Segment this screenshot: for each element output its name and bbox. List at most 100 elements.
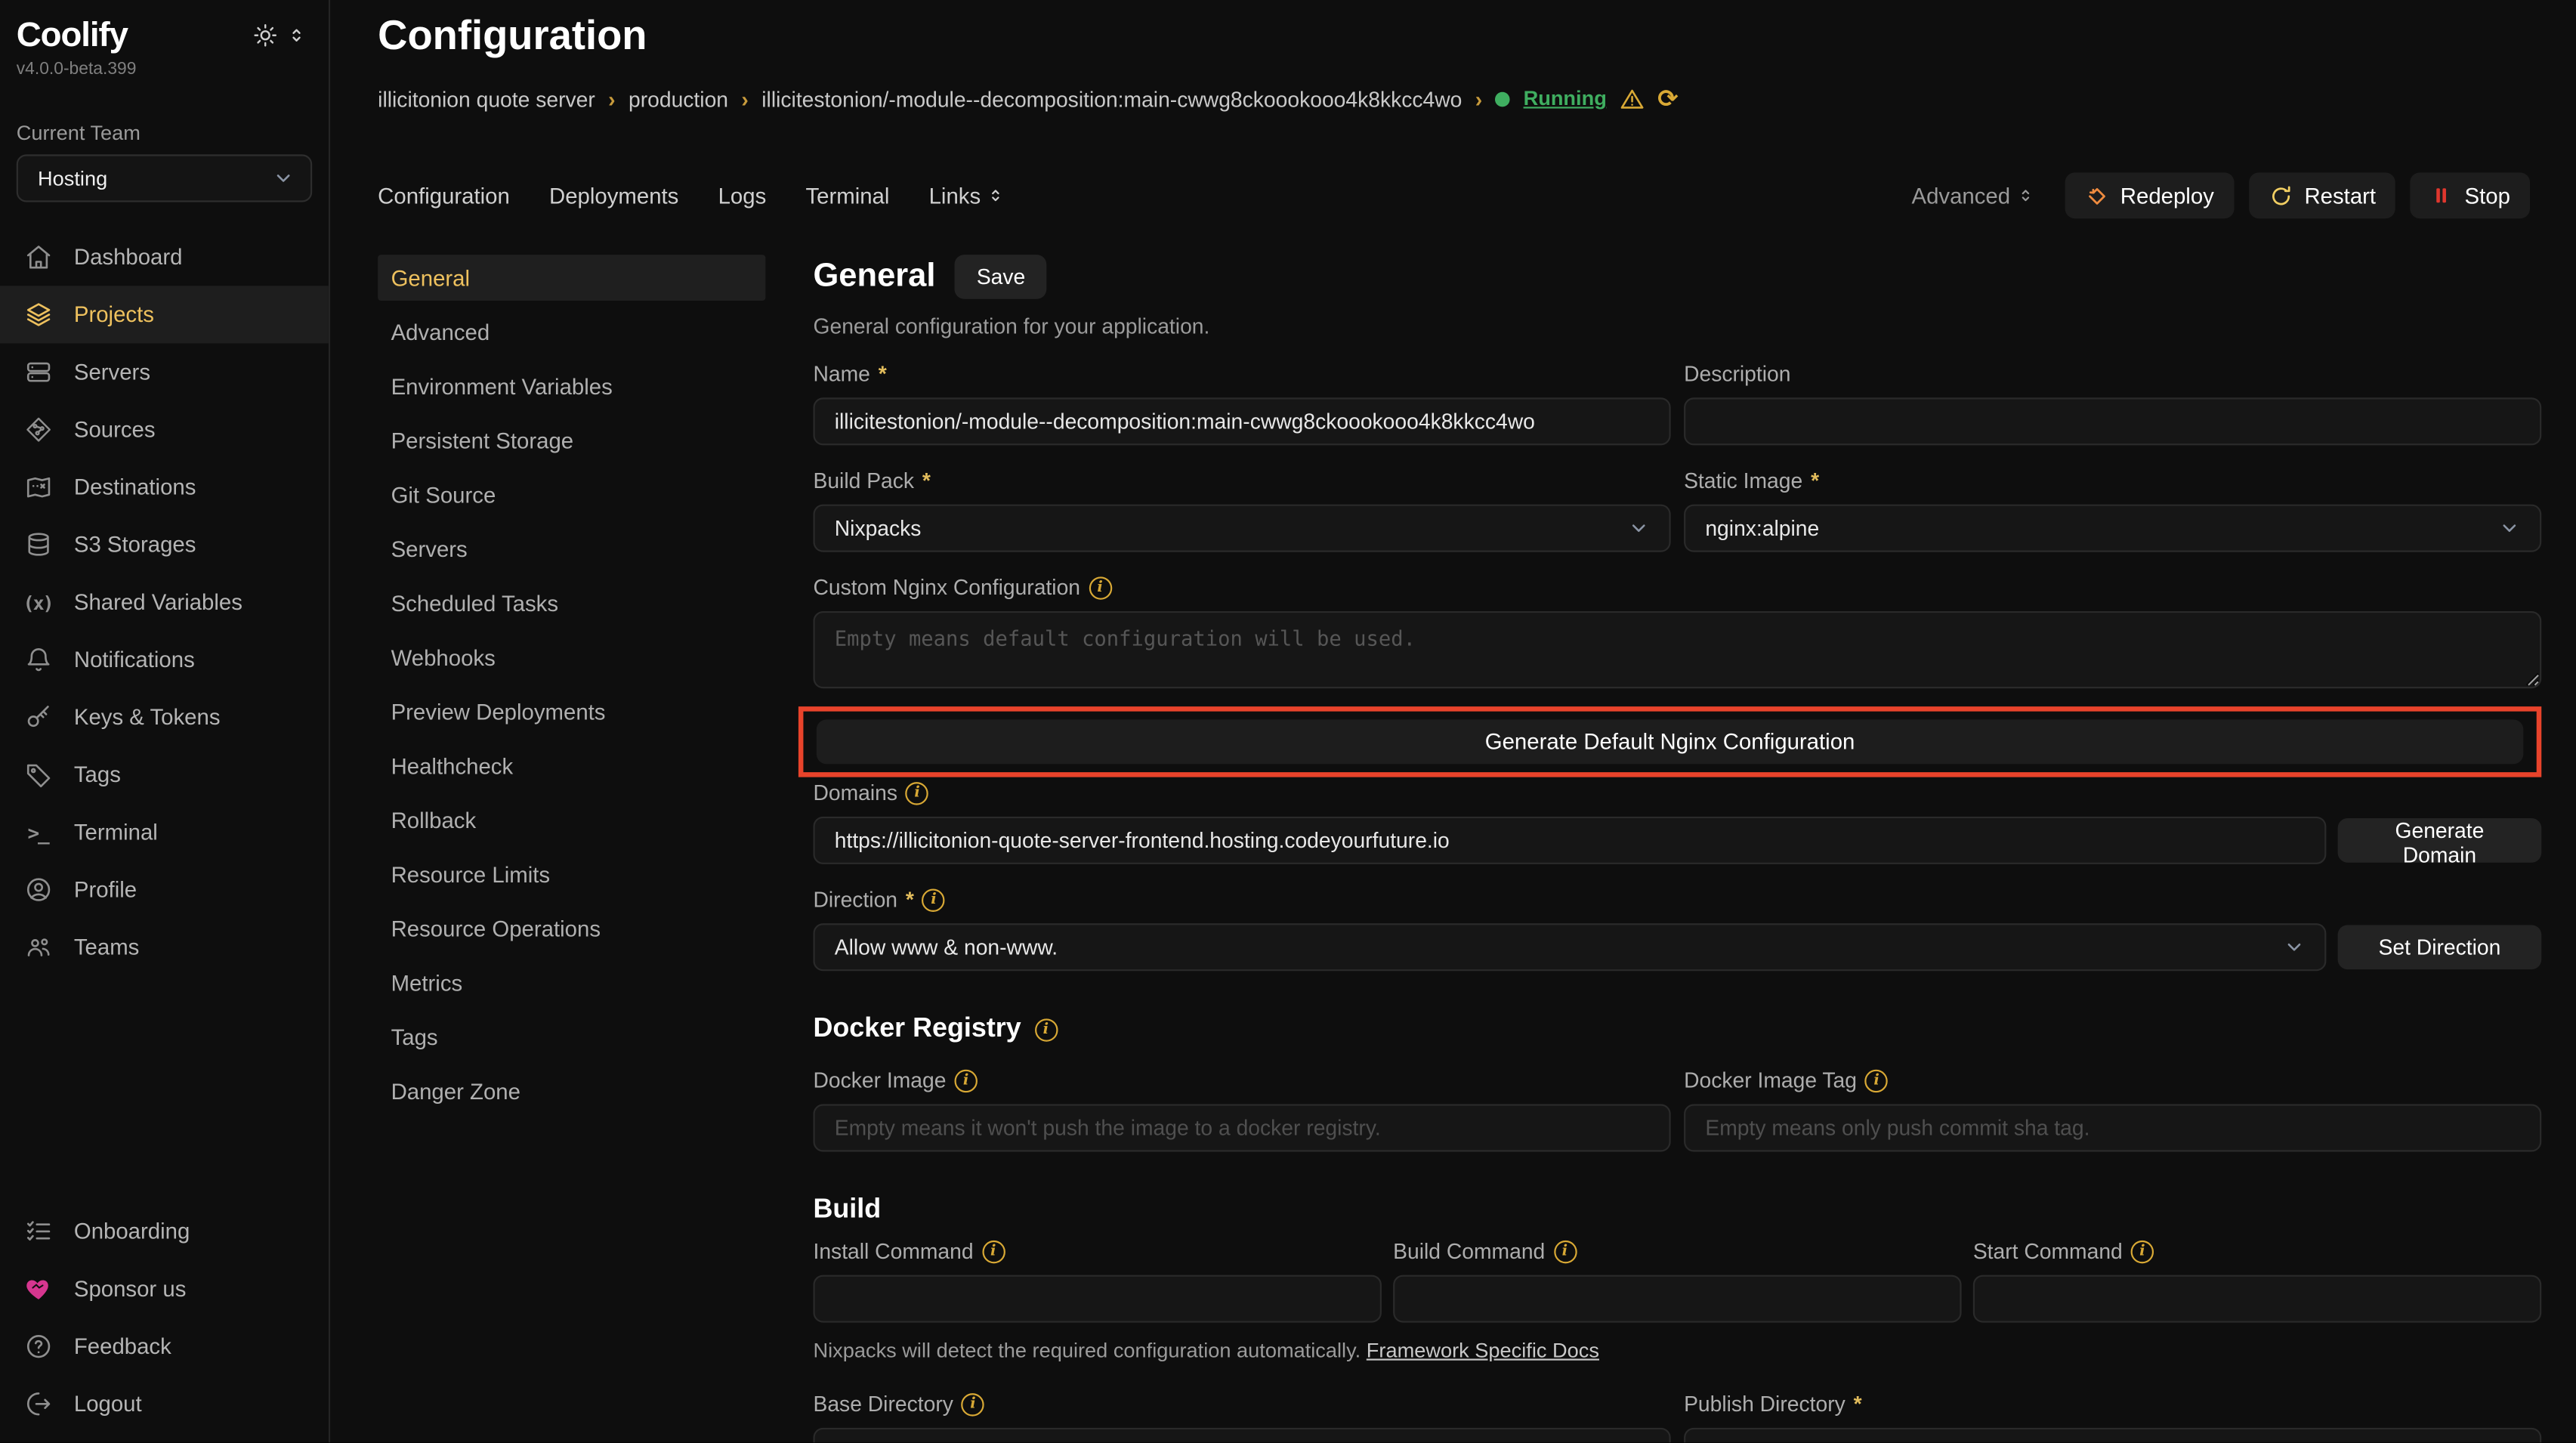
info-icon[interactable]: i: [922, 888, 945, 910]
required-marker: *: [1811, 468, 1819, 493]
config-menu-scheduled-tasks[interactable]: Scheduled Tasks: [378, 580, 765, 626]
info-icon[interactable]: i: [954, 1069, 977, 1092]
theme-toggle-sun-icon[interactable]: [253, 23, 278, 48]
coolify-app: Coolify v4.0.0-beta.399 Current Team Hos…: [0, 0, 2576, 1442]
config-menu-metrics[interactable]: Metrics: [378, 959, 765, 1006]
static-image-value: nginx:alpine: [1705, 516, 1819, 541]
sidebar-item-profile[interactable]: Profile: [0, 861, 329, 919]
sidebar-item-terminal[interactable]: >_ Terminal: [0, 803, 329, 861]
config-menu-preview-deployments[interactable]: Preview Deployments: [378, 688, 765, 734]
info-icon[interactable]: i: [962, 1392, 984, 1415]
required-marker: *: [879, 361, 887, 386]
generate-nginx-config-button[interactable]: Generate Default Nginx Configuration: [817, 720, 2524, 765]
tab-links[interactable]: Links: [929, 183, 1004, 208]
config-menu-git-source[interactable]: Git Source: [378, 471, 765, 518]
static-image-label: Static Image: [1684, 468, 1802, 493]
docker-image-tag-input[interactable]: [1684, 1104, 2541, 1151]
info-icon[interactable]: i: [1034, 1018, 1057, 1040]
info-icon[interactable]: i: [1553, 1240, 1576, 1262]
sidebar-item-feedback[interactable]: Feedback: [0, 1318, 329, 1375]
sidebar-item-dashboard[interactable]: Dashboard: [0, 228, 329, 286]
build-heading: Build: [813, 1194, 881, 1225]
sidebar-item-servers[interactable]: Servers: [0, 344, 329, 401]
config-menu-tags[interactable]: Tags: [378, 1014, 765, 1060]
breadcrumb-environment[interactable]: production: [629, 86, 728, 111]
sidebar-item-teams[interactable]: Teams: [0, 919, 329, 976]
static-image-select[interactable]: nginx:alpine: [1684, 505, 2541, 552]
publish-directory-input[interactable]: [1684, 1428, 2541, 1443]
warning-triangle-icon[interactable]: [1620, 86, 1645, 111]
stop-button[interactable]: Stop: [2411, 172, 2530, 218]
framework-docs-link[interactable]: Framework Specific Docs: [1367, 1339, 1599, 1361]
docker-image-input[interactable]: [813, 1104, 1670, 1151]
start-command-input[interactable]: [1973, 1275, 2541, 1323]
config-menu-advanced[interactable]: Advanced: [378, 309, 765, 355]
sidebar-item-logout[interactable]: Logout: [0, 1375, 329, 1432]
sidebar-item-projects[interactable]: Projects: [0, 286, 329, 343]
nginx-config-textarea[interactable]: [813, 611, 2541, 688]
tab-deployments[interactable]: Deployments: [549, 183, 678, 208]
direction-select[interactable]: Allow www & non-www.: [813, 923, 2326, 971]
config-menu-persistent-storage[interactable]: Persistent Storage: [378, 417, 765, 463]
base-directory-input[interactable]: [813, 1428, 1670, 1443]
theme-select-chevrons-icon[interactable]: [288, 25, 306, 46]
name-input[interactable]: [813, 397, 1670, 445]
sidebar-item-keys-tokens[interactable]: Keys & Tokens: [0, 688, 329, 746]
config-menu-general[interactable]: General: [378, 255, 765, 301]
advanced-dropdown[interactable]: Advanced: [1912, 183, 2034, 208]
sidebar-footer: Onboarding Sponsor us Feedback Logout: [0, 1203, 329, 1443]
breadcrumb-application[interactable]: illicitestonion/-module--decomposition:m…: [761, 86, 1462, 111]
shared-variables-icon: (x): [23, 587, 52, 616]
tab-terminal[interactable]: Terminal: [805, 183, 889, 208]
direction-value: Allow www & non-www.: [835, 935, 1058, 959]
breadcrumb-project[interactable]: illicitonion quote server: [378, 86, 595, 111]
config-menu-danger-zone[interactable]: Danger Zone: [378, 1068, 765, 1114]
config-menu-servers[interactable]: Servers: [378, 526, 765, 572]
status-running-link[interactable]: Running: [1524, 87, 1607, 110]
config-menu-resource-operations[interactable]: Resource Operations: [378, 905, 765, 951]
info-icon[interactable]: i: [1089, 576, 1111, 598]
sidebar-item-label: Onboarding: [74, 1219, 190, 1244]
sidebar-item-notifications[interactable]: Notifications: [0, 631, 329, 688]
domains-input[interactable]: [813, 817, 2326, 864]
build-pack-value: Nixpacks: [835, 516, 922, 541]
sidebar-item-label: Profile: [74, 877, 137, 902]
sidebar-item-sponsor-us[interactable]: Sponsor us: [0, 1260, 329, 1318]
build-command-input[interactable]: [1393, 1275, 1961, 1323]
sidebar-item-s3-storages[interactable]: S3 Storages: [0, 516, 329, 573]
install-command-input[interactable]: [813, 1275, 1381, 1323]
config-menu-resource-limits[interactable]: Resource Limits: [378, 851, 765, 897]
refresh-icon[interactable]: ⟳: [1657, 84, 1678, 113]
tab-links-label: Links: [929, 183, 981, 208]
sidebar-item-sources[interactable]: Sources: [0, 401, 329, 459]
restart-button[interactable]: Restart: [2249, 172, 2396, 218]
redeploy-button[interactable]: Redeploy: [2065, 172, 2234, 218]
base-directory-label: Base Directory: [813, 1392, 953, 1417]
set-direction-button[interactable]: Set Direction: [2338, 925, 2542, 969]
config-menu-healthcheck[interactable]: Healthcheck: [378, 743, 765, 789]
info-icon[interactable]: i: [1865, 1069, 1888, 1092]
direction-label: Direction: [813, 887, 897, 912]
generate-domain-button[interactable]: Generate Domain: [2338, 818, 2542, 863]
description-input[interactable]: [1684, 397, 2541, 445]
info-icon[interactable]: i: [2131, 1240, 2154, 1262]
info-icon[interactable]: i: [906, 781, 928, 804]
save-button[interactable]: Save: [956, 255, 1047, 299]
tab-configuration[interactable]: Configuration: [378, 183, 510, 208]
info-icon[interactable]: i: [981, 1240, 1004, 1262]
sidebar-item-onboarding[interactable]: Onboarding: [0, 1203, 329, 1260]
team-select[interactable]: Hosting: [17, 154, 312, 202]
config-menu-environment-variables[interactable]: Environment Variables: [378, 363, 765, 409]
sidebar-item-shared-variables[interactable]: (x) Shared Variables: [0, 573, 329, 631]
build-pack-select[interactable]: Nixpacks: [813, 505, 1670, 552]
updown-chevrons-icon: [2017, 186, 2034, 205]
annotation-highlight-box: Generate Default Nginx Configuration: [798, 706, 2541, 777]
team-select-value: Hosting: [38, 167, 107, 190]
config-menu-rollback[interactable]: Rollback: [378, 797, 765, 843]
tab-logs[interactable]: Logs: [718, 183, 767, 208]
breadcrumb-separator: ›: [608, 86, 615, 111]
sidebar-item-destinations[interactable]: Destinations: [0, 459, 329, 516]
layers-icon: [23, 300, 52, 329]
config-menu-webhooks[interactable]: Webhooks: [378, 634, 765, 680]
sidebar-item-tags[interactable]: Tags: [0, 746, 329, 803]
